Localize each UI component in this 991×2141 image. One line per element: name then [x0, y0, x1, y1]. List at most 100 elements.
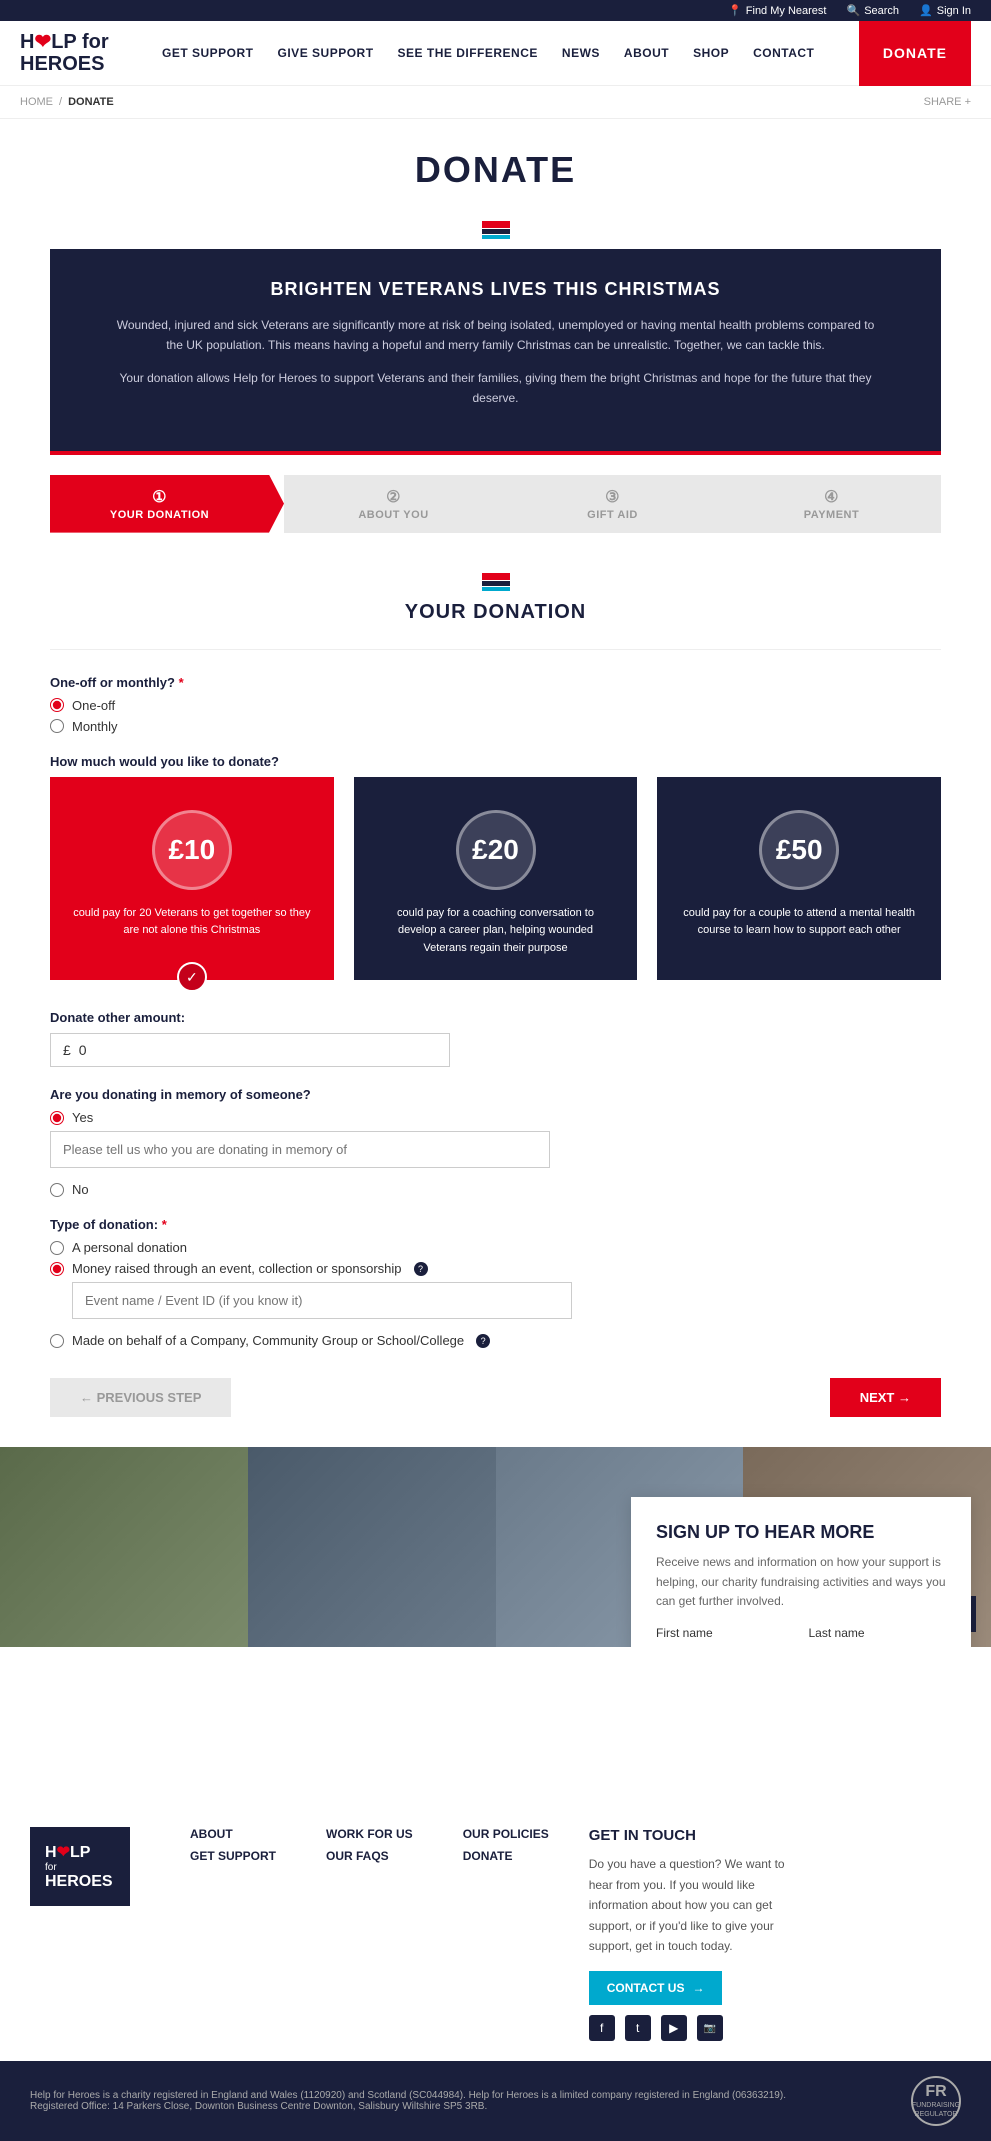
footer-nav-links: ABOUT GET SUPPORT WORK FOR US OUR FAQS O…	[190, 1827, 549, 2041]
nav-news[interactable]: NEWS	[550, 21, 612, 86]
frequency-monthly[interactable]: Monthly	[50, 719, 941, 734]
nav-see-difference[interactable]: SEE THE DIFFERENCE	[386, 21, 550, 86]
nav-get-support[interactable]: GET SUPPORT	[150, 21, 266, 86]
donation-card-20[interactable]: £20 could pay for a coaching conversatio…	[354, 777, 638, 981]
footer-policies-link[interactable]: OUR POLICIES	[463, 1827, 549, 1841]
get-in-touch-title: GET IN TOUCH	[589, 1827, 809, 1844]
search-link[interactable]: 🔍 Search	[846, 4, 899, 17]
footer-col-3: OUR POLICIES DONATE	[463, 1827, 549, 2041]
donation-form-section: YOUR DONATION One-off or monthly? * One-…	[0, 533, 991, 1448]
footer-col-1: ABOUT GET SUPPORT	[190, 1827, 276, 2041]
section-title: YOUR DONATION	[50, 601, 941, 624]
page-title: DONATE	[20, 149, 971, 191]
breadcrumb-home[interactable]: HOME	[20, 96, 53, 108]
footer-about-link[interactable]: ABOUT	[190, 1827, 276, 1841]
signup-name-row: First name Last name	[656, 1626, 946, 1647]
youtube-icon[interactable]: ▶	[661, 2015, 687, 2041]
find-nearest-link[interactable]: 📍 Find My Nearest	[728, 4, 826, 17]
search-icon: 🔍	[846, 4, 860, 17]
event-tooltip-icon[interactable]: ?	[414, 1262, 428, 1276]
last-name-label: Last name	[809, 1626, 947, 1640]
frequency-one-off[interactable]: One-off	[50, 698, 941, 713]
memory-yes[interactable]: Yes	[50, 1110, 941, 1125]
signup-last-name-field: Last name	[809, 1626, 947, 1647]
footer-donate-link[interactable]: DONATE	[463, 1849, 549, 1863]
site-logo[interactable]: H❤LP for HEROES	[20, 31, 120, 75]
step-1-your-donation[interactable]: ① YOUR DONATION	[50, 475, 284, 533]
donation-type-options: A personal donation Money raised through…	[50, 1240, 941, 1348]
amount-10-desc: could pay for 20 Veterans to get togethe…	[73, 905, 311, 940]
amount-group: How much would you like to donate? £10 c…	[50, 754, 941, 981]
fundraising-regulator-badge: FR FUNDRAISINGREGULATOR	[911, 2076, 961, 2126]
banner-paragraph-1: Wounded, injured and sick Veterans are s…	[110, 315, 881, 356]
nav-about[interactable]: ABOUT	[612, 21, 681, 86]
amount-10-circle: £10	[152, 810, 232, 890]
next-step-button[interactable]: NEXT →	[830, 1378, 941, 1417]
step-2-about-you[interactable]: ② ABOUT YOU	[284, 475, 503, 533]
memory-no[interactable]: No	[50, 1182, 941, 1197]
sign-in-link[interactable]: 👤 Sign In	[919, 4, 971, 17]
get-in-touch-text: Do you have a question? We want to hear …	[589, 1854, 809, 1956]
user-icon: 👤	[919, 4, 933, 17]
amount-20-desc: could pay for a coaching conversation to…	[377, 905, 615, 958]
currency-symbol: £	[63, 1042, 71, 1058]
donation-card-50[interactable]: £50 could pay for a couple to attend a m…	[657, 777, 941, 981]
donate-button[interactable]: DONATE	[859, 21, 971, 86]
footer-get-support-link[interactable]: GET SUPPORT	[190, 1849, 276, 1863]
donation-steps: ① YOUR DONATION ② ABOUT YOU ③ GIFT AID ④…	[50, 475, 941, 533]
contact-arrow-icon: →	[692, 1981, 704, 1995]
other-amount-group: Donate other amount: £	[50, 1010, 941, 1067]
memory-group: Are you donating in memory of someone? Y…	[50, 1087, 941, 1197]
hero-banner: BRIGHTEN VETERANS LIVES THIS CHRISTMAS W…	[50, 249, 941, 455]
prev-step-button[interactable]: ← PREVIOUS STEP	[50, 1378, 231, 1417]
page-title-section: DONATE	[0, 119, 991, 211]
signup-title: SIGN UP TO HEAR MORE	[656, 1522, 946, 1543]
breadcrumb-share[interactable]: SHARE +	[924, 96, 971, 108]
banner-title: BRIGHTEN VETERANS LIVES THIS CHRISTMAS	[110, 279, 881, 300]
footer-bottom: Help for Heroes is a charity registered …	[0, 2061, 991, 2141]
memory-name-input[interactable]	[50, 1131, 550, 1168]
other-amount-input[interactable]	[79, 1042, 437, 1058]
twitter-icon[interactable]: t	[625, 2015, 651, 2041]
nav-contact[interactable]: CONTACT	[741, 21, 826, 86]
footer-col-2: WORK FOR US OUR FAQS	[326, 1827, 413, 2041]
donation-cards: £10 could pay for 20 Veterans to get tog…	[50, 777, 941, 981]
footer-work-link[interactable]: WORK FOR US	[326, 1827, 413, 1841]
header: H❤LP for HEROES GET SUPPORT GIVE SUPPORT…	[0, 21, 991, 86]
type-event[interactable]: Money raised through an event, collectio…	[50, 1261, 941, 1276]
footer-faqs-link[interactable]: OUR FAQS	[326, 1849, 413, 1863]
nav-give-support[interactable]: GIVE SUPPORT	[266, 21, 386, 86]
frequency-label: One-off or monthly? *	[50, 675, 941, 690]
first-name-input[interactable]	[656, 1644, 794, 1647]
nav-shop[interactable]: SHOP	[681, 21, 741, 86]
signup-panel: SIGN UP TO HEAR MORE Receive news and in…	[631, 1497, 971, 1647]
amount-label: How much would you like to donate?	[50, 754, 941, 769]
banner-paragraph-2: Your donation allows Help for Heroes to …	[110, 368, 881, 409]
event-name-input[interactable]	[72, 1282, 572, 1319]
type-personal[interactable]: A personal donation	[50, 1240, 941, 1255]
signup-first-name-field: First name	[656, 1626, 794, 1647]
form-buttons: ← PREVIOUS STEP NEXT →	[50, 1378, 941, 1417]
other-amount-label: Donate other amount:	[50, 1010, 941, 1025]
section-flag-deco	[50, 573, 941, 591]
step-4-payment[interactable]: ④ PAYMENT	[722, 475, 941, 533]
amount-50-desc: could pay for a couple to attend a menta…	[680, 905, 918, 940]
donation-card-10[interactable]: £10 could pay for 20 Veterans to get tog…	[50, 777, 334, 981]
footer-legal-text: Help for Heroes is a charity registered …	[30, 2090, 830, 2112]
facebook-icon[interactable]: f	[589, 2015, 615, 2041]
step-3-gift-aid[interactable]: ③ GIFT AID	[503, 475, 722, 533]
instagram-icon[interactable]: 📷	[697, 2015, 723, 2041]
other-amount-input-group: £	[50, 1033, 450, 1067]
footer-contact: GET IN TOUCH Do you have a question? We …	[589, 1827, 809, 2041]
type-company[interactable]: Made on behalf of a Company, Community G…	[50, 1333, 941, 1348]
strip-img-1	[0, 1447, 248, 1647]
memory-options: Yes No	[50, 1110, 941, 1197]
check-mark-10: ✓	[177, 962, 207, 992]
memory-label: Are you donating in memory of someone?	[50, 1087, 941, 1102]
contact-us-button[interactable]: CONTACT US →	[589, 1971, 723, 2005]
company-tooltip-icon[interactable]: ?	[476, 1334, 490, 1348]
footer-logo[interactable]: H❤LP for HEROES	[30, 1827, 150, 2041]
breadcrumb: HOME / DONATE SHARE +	[0, 86, 991, 119]
last-name-input[interactable]	[809, 1644, 947, 1647]
social-icons: f t ▶ 📷	[589, 2015, 809, 2041]
